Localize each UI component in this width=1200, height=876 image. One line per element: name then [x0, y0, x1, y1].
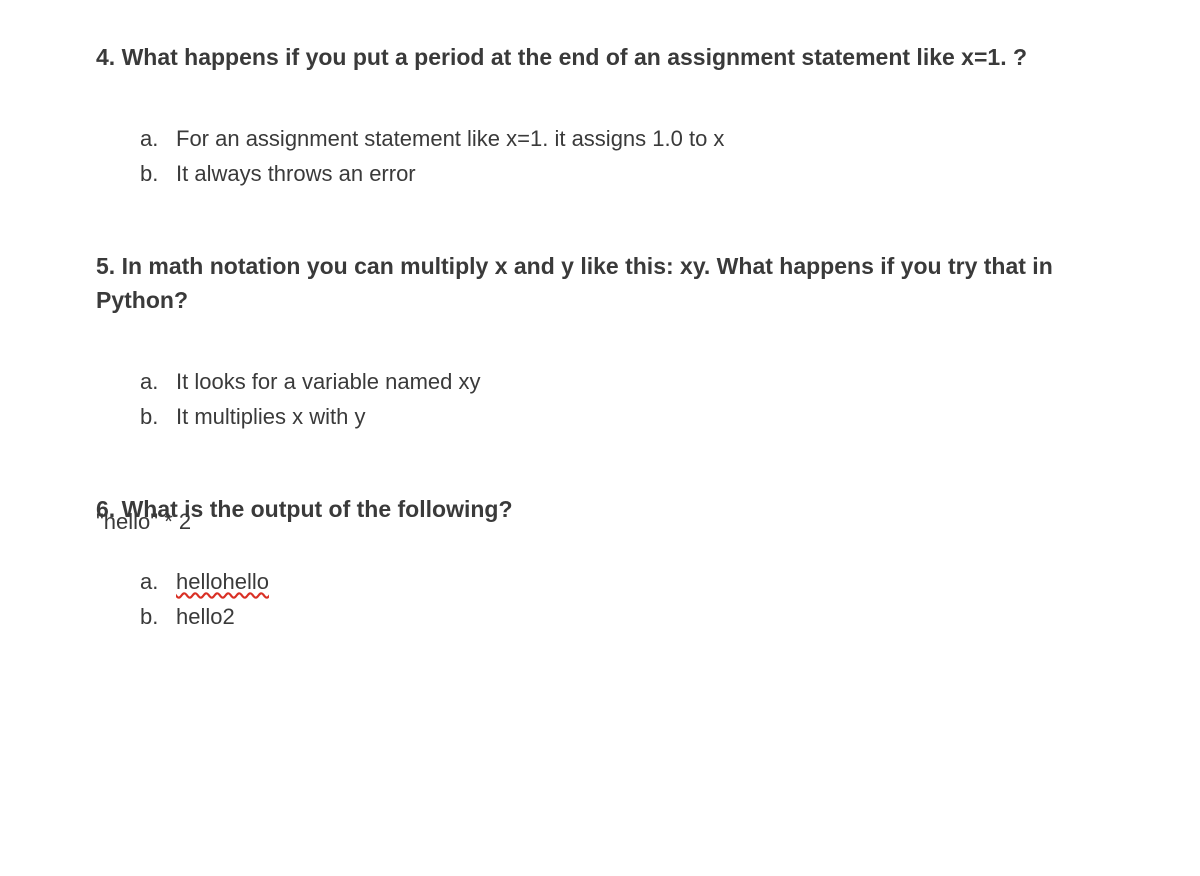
option-text: It looks for a variable named xy [176, 364, 1104, 399]
option-text: hello2 [176, 599, 1104, 634]
question-4-options: a. For an assignment statement like x=1.… [96, 121, 1104, 191]
question-6-block: 6. What is the output of the following? … [96, 492, 1104, 634]
spellcheck-text: hellohello [176, 569, 269, 594]
question-5-block: 5. In math notation you can multiply x a… [96, 249, 1104, 434]
question-5-title: 5. In math notation you can multiply x a… [96, 249, 1104, 318]
option-text: hellohello [176, 564, 1104, 599]
option-marker: b. [140, 399, 176, 434]
list-item: a. hellohello [140, 564, 1104, 599]
list-item: a. It looks for a variable named xy [140, 364, 1104, 399]
question-4-title: 4. What happens if you put a period at t… [96, 40, 1104, 75]
option-marker: a. [140, 121, 176, 156]
option-text: For an assignment statement like x=1. it… [176, 121, 1104, 156]
option-marker: a. [140, 564, 176, 599]
option-text: It multiplies x with y [176, 399, 1104, 434]
list-item: b. It always throws an error [140, 156, 1104, 191]
question-5-options: a. It looks for a variable named xy b. I… [96, 364, 1104, 434]
option-marker: b. [140, 156, 176, 191]
list-item: a. For an assignment statement like x=1.… [140, 121, 1104, 156]
option-marker: a. [140, 364, 176, 399]
question-6-options: a. hellohello b. hello2 [96, 564, 1104, 634]
question-4-block: 4. What happens if you put a period at t… [96, 40, 1104, 191]
list-item: b. hello2 [140, 599, 1104, 634]
option-marker: b. [140, 599, 176, 634]
list-item: b. It multiplies x with y [140, 399, 1104, 434]
option-text: It always throws an error [176, 156, 1104, 191]
